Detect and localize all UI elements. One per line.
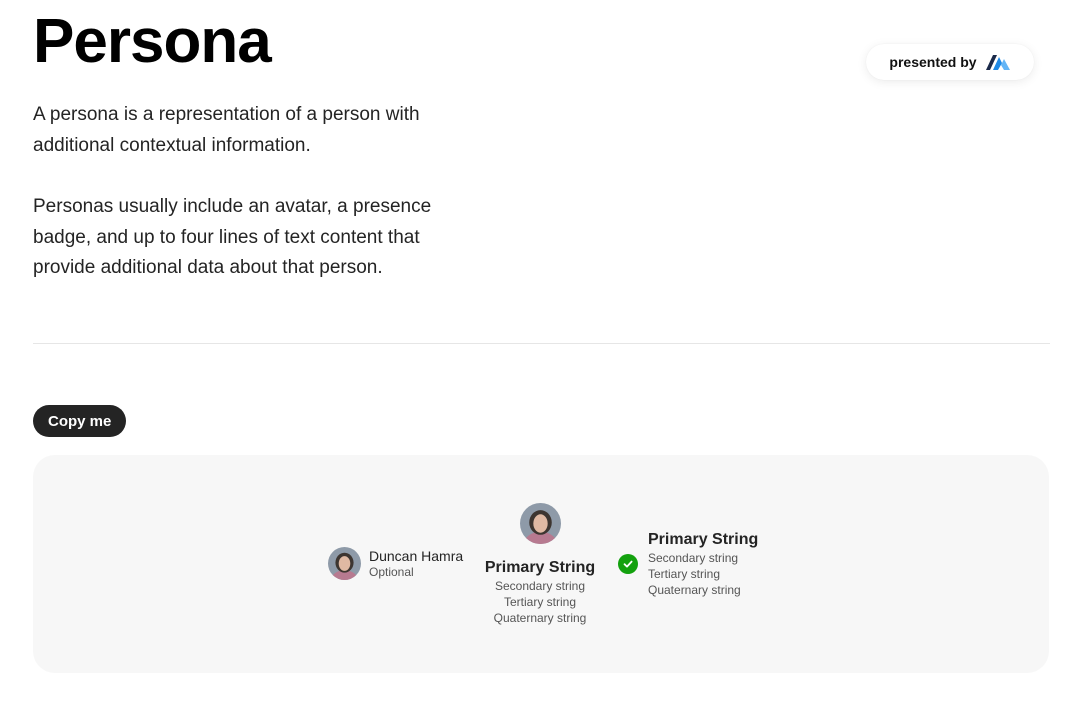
persona-presence: Primary String Secondary string Tertiary… bbox=[648, 530, 758, 598]
persona-primary-text: Primary String bbox=[484, 559, 596, 576]
page-title: Persona bbox=[33, 7, 272, 76]
avatar-photo-small bbox=[328, 547, 361, 580]
persona-quaternary-text: Quaternary string bbox=[493, 611, 587, 625]
copy-me-button[interactable]: Copy me bbox=[33, 405, 127, 437]
persona-secondary: Optional bbox=[369, 565, 414, 579]
persona-primary-text: Primary String bbox=[648, 531, 759, 548]
persona-tertiary-text: Tertiary string bbox=[503, 595, 577, 609]
persona-tertiary-text: Tertiary string bbox=[648, 567, 721, 581]
avatar-photo-large bbox=[519, 503, 561, 544]
brand-logo-icon bbox=[985, 55, 1010, 70]
persona-secondary-text: Secondary string bbox=[648, 551, 739, 565]
persona-quaternary-text: Quaternary string bbox=[648, 583, 741, 597]
description-paragraph-1: A persona is a representation of a perso… bbox=[33, 104, 420, 156]
description-paragraph-2: Personas usually include an avatar, a pr… bbox=[33, 196, 432, 278]
available-check-icon bbox=[618, 554, 638, 574]
persona-name: Duncan Hamra bbox=[369, 548, 464, 564]
presented-by-label: presented by bbox=[889, 54, 977, 70]
persona-centered: Primary String Secondary string Tertiary… bbox=[470, 503, 610, 626]
section-divider bbox=[33, 343, 1050, 344]
presented-by-badge[interactable]: presented by bbox=[866, 44, 1034, 80]
persona-secondary-text: Secondary string bbox=[494, 579, 586, 593]
persona-small: Duncan Hamra Optional bbox=[328, 547, 463, 580]
